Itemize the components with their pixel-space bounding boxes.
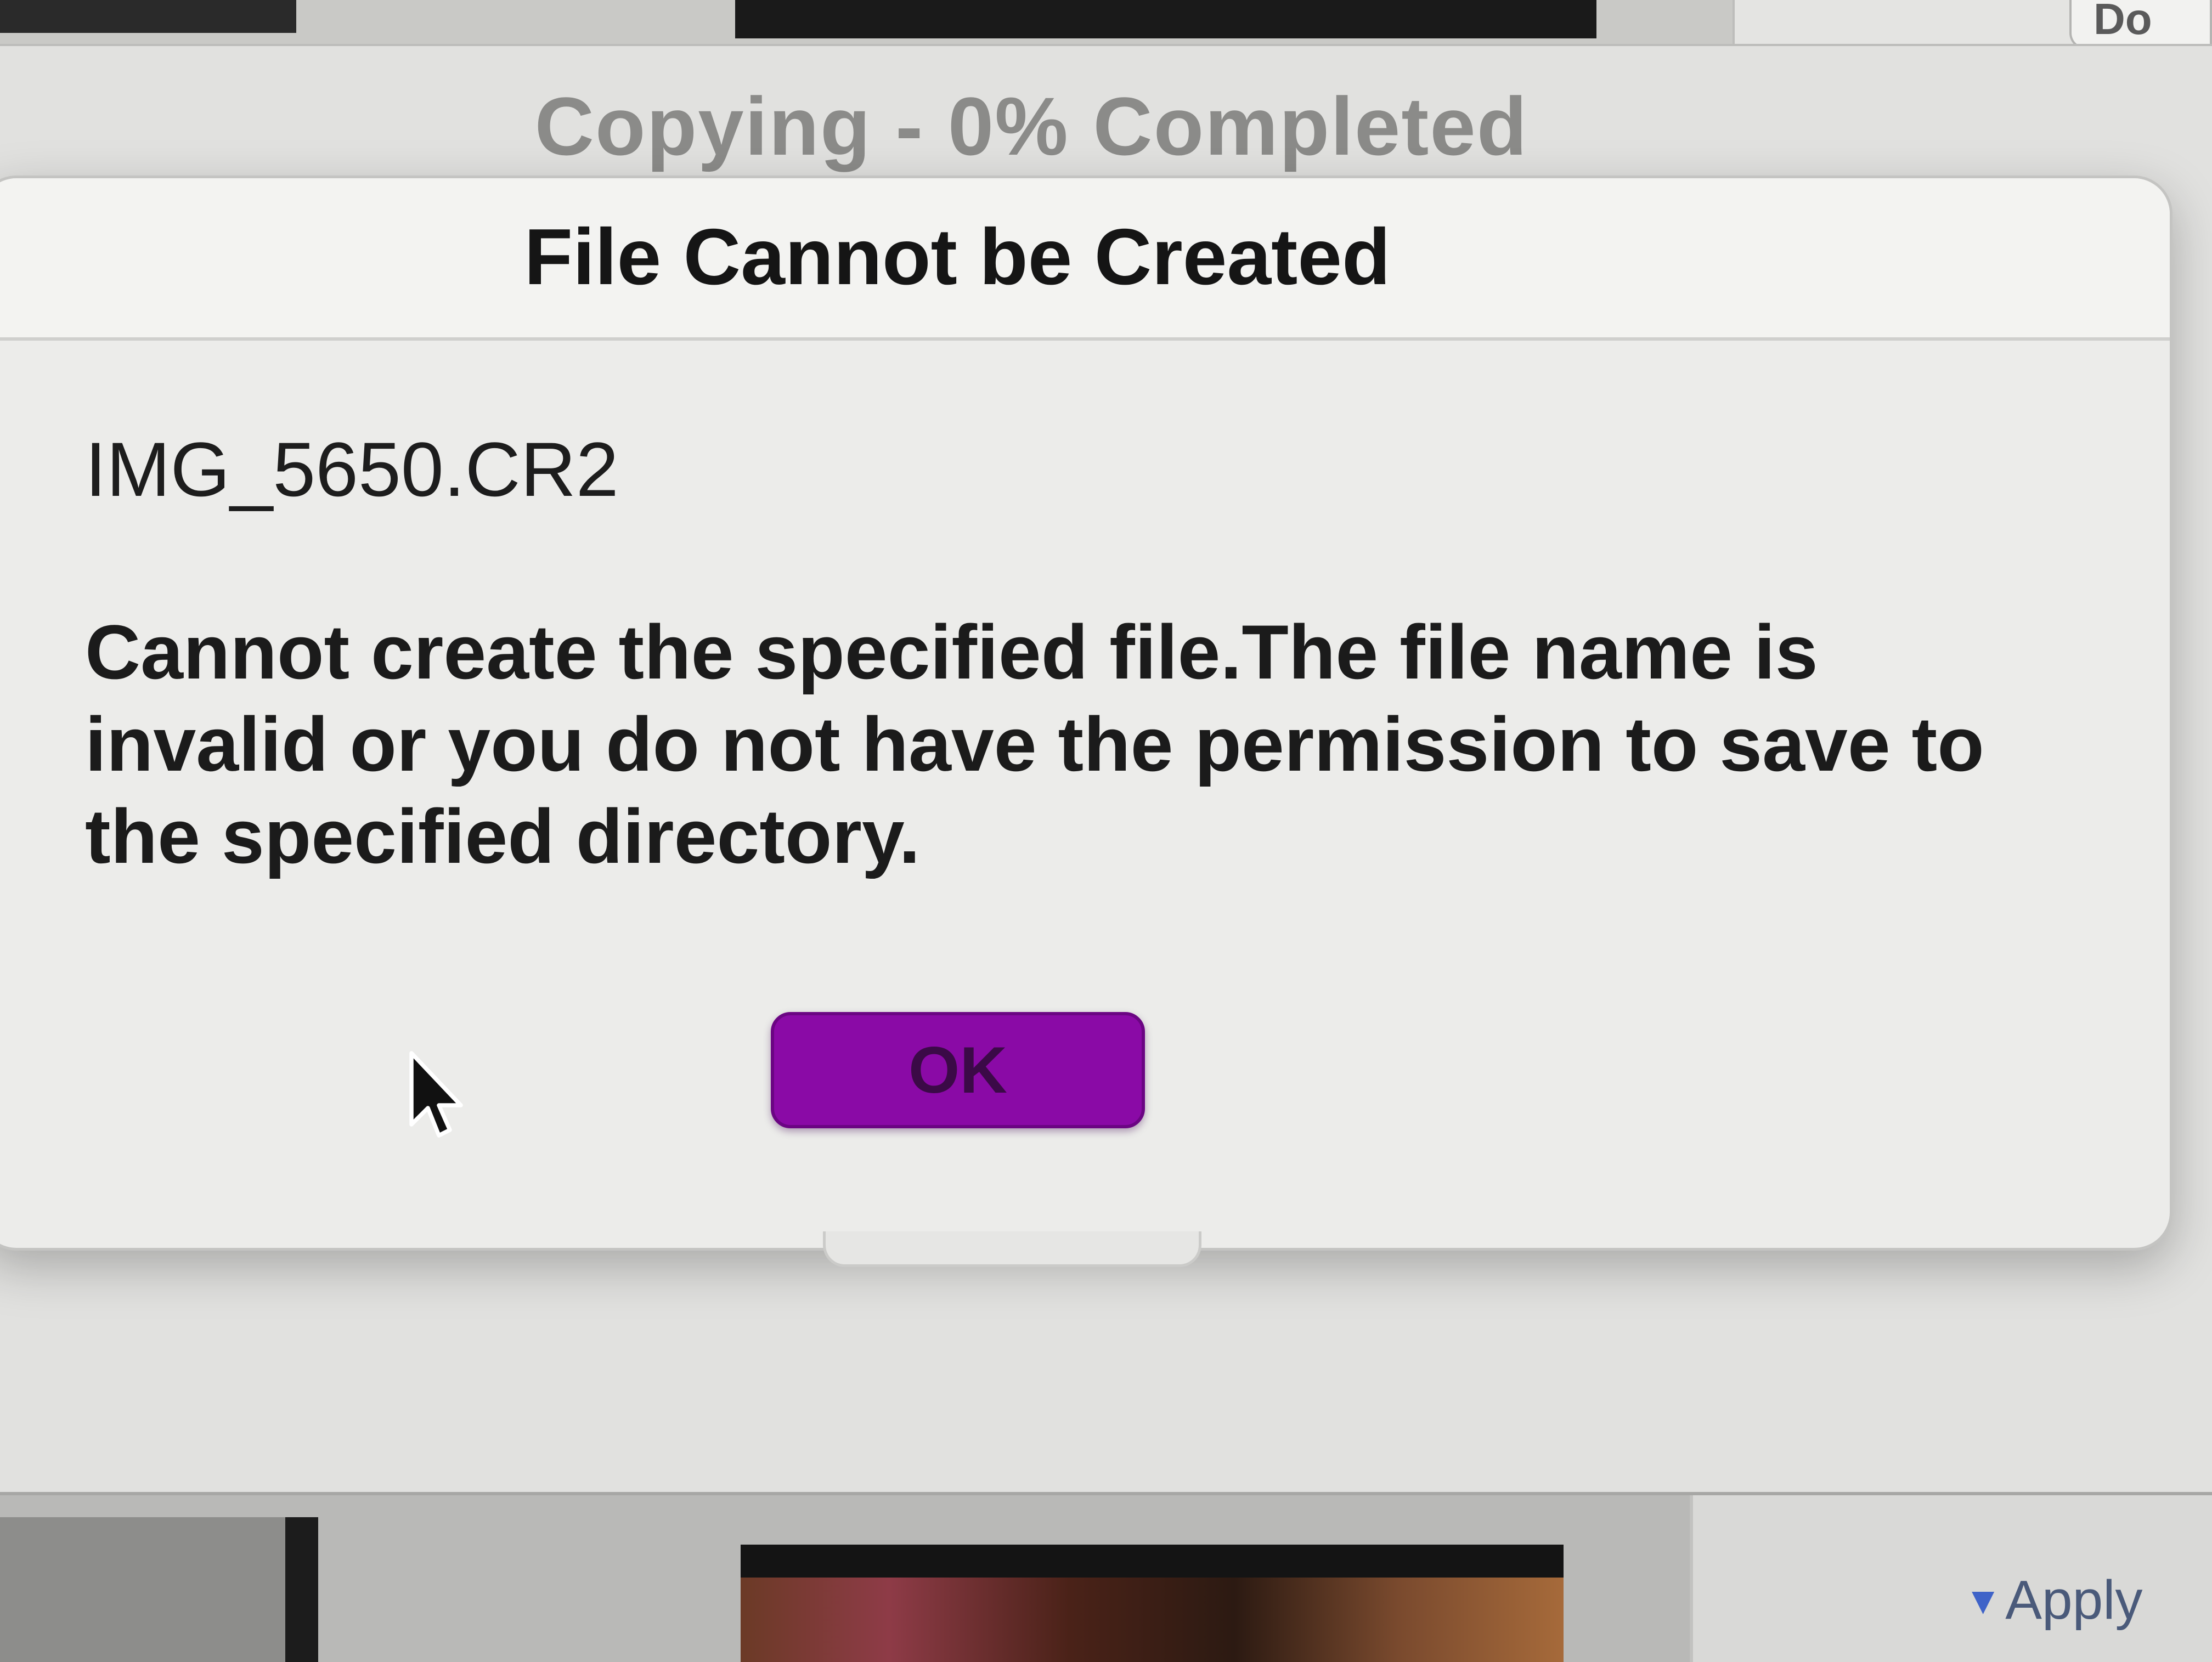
background-top-button-label: Do: [2094, 0, 2152, 43]
background-thumbnail-edge: [285, 1517, 318, 1662]
alert-titlebar: File Cannot be Created: [0, 178, 2170, 341]
background-photo: [741, 1578, 1564, 1662]
background-app-bottom: [0, 1492, 2212, 1662]
alert-title: File Cannot be Created: [524, 212, 1391, 301]
arrow-cursor-icon: [409, 1051, 463, 1138]
ok-button[interactable]: OK: [771, 1012, 1145, 1128]
progress-title: Copying - 0% Completed: [534, 80, 1528, 172]
triangle-down-icon: ▼: [1964, 1579, 2002, 1622]
apply-dropdown[interactable]: ▼ Apply: [1964, 1569, 2142, 1632]
error-alert-dialog: File Cannot be Created IMG_5650.CR2 Cann…: [0, 176, 2172, 1251]
apply-label: Apply: [2005, 1569, 2143, 1631]
background-thumbnail: [735, 0, 1596, 38]
background-thumbnail: [0, 1517, 318, 1662]
ok-button-label: OK: [909, 1033, 1007, 1107]
sheet-handle: [823, 1231, 1201, 1267]
background-top-button[interactable]: Do: [2069, 0, 2212, 49]
alert-file-name: IMG_5650.CR2: [85, 426, 619, 512]
background-thumbnail: [0, 0, 296, 33]
alert-message: Cannot create the specified file.The fil…: [85, 609, 1984, 879]
